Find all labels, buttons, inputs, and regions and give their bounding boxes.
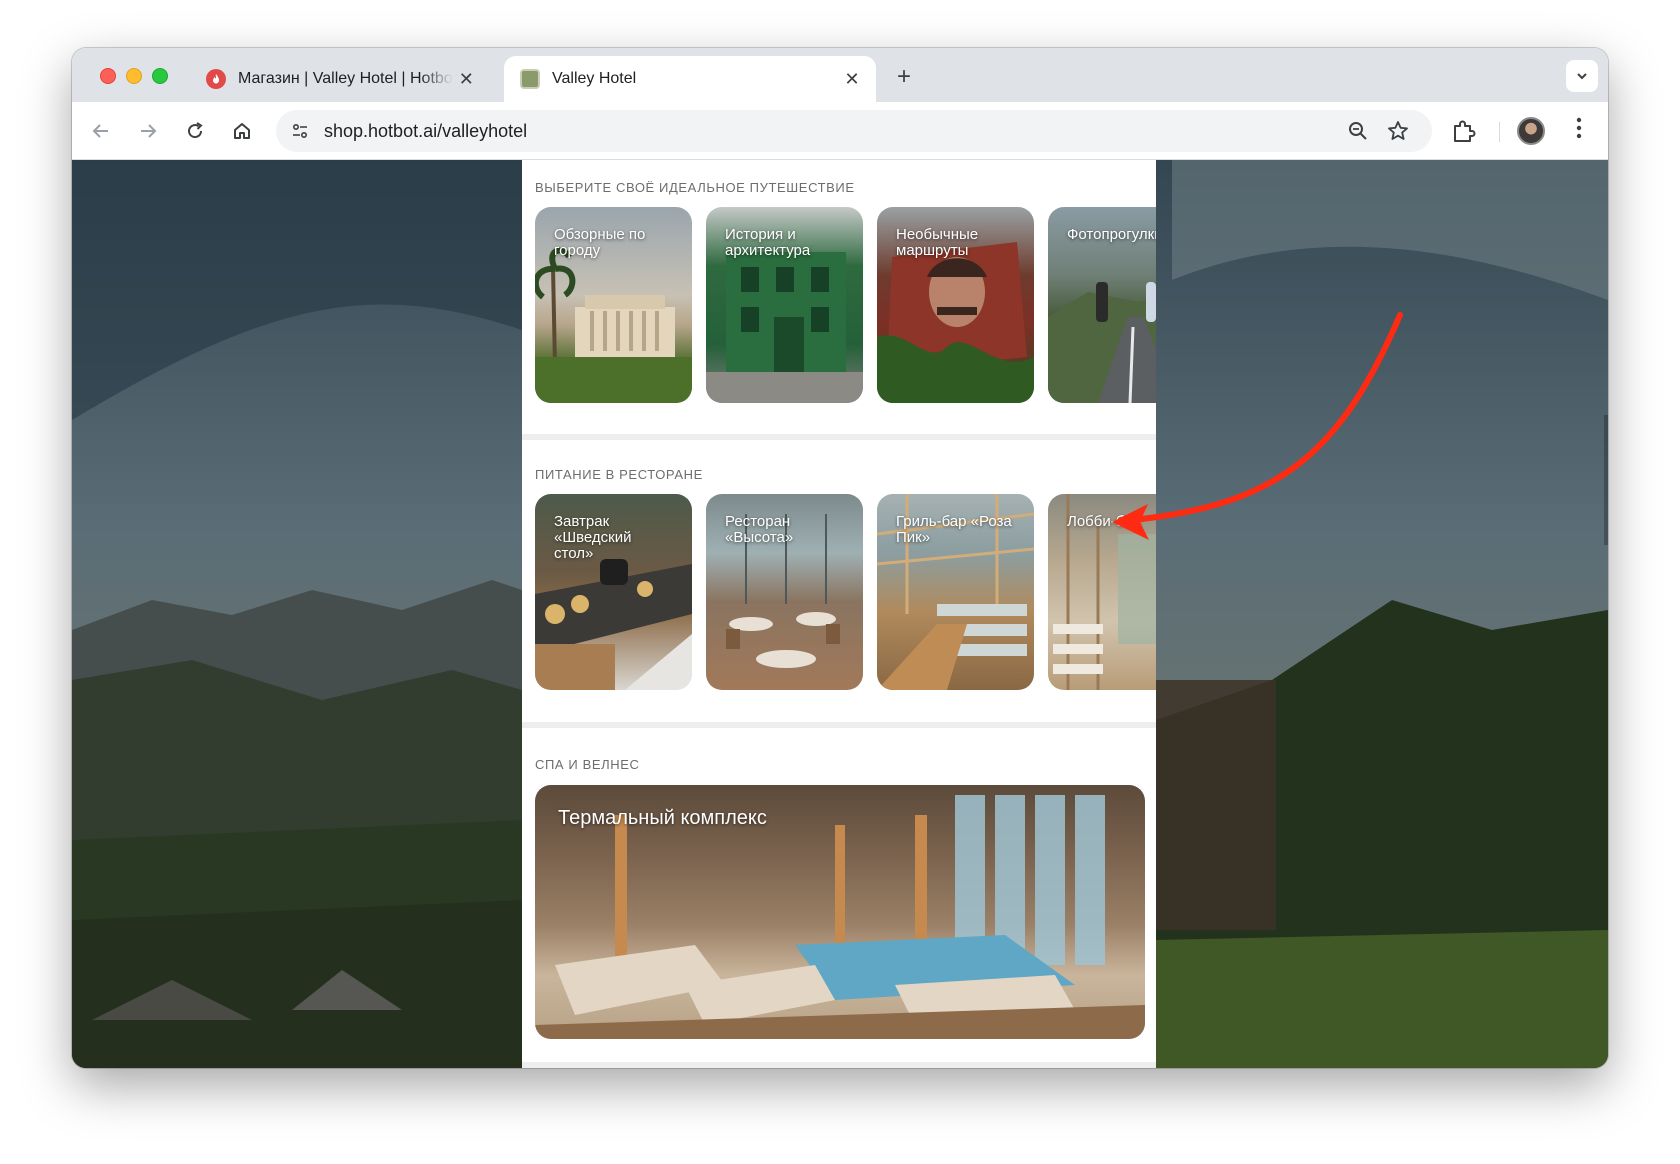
- tab-strip: Магазин | Valley Hotel | Hotbot ✕ Valley…: [72, 48, 1608, 102]
- card-title: Ресторан «Высота»: [725, 513, 794, 546]
- new-tab-button[interactable]: +: [890, 63, 918, 91]
- tab-valley-hotel[interactable]: Valley Hotel ✕: [504, 56, 876, 102]
- card-title: Завтрак «Шведский стол»: [554, 513, 632, 562]
- zoom-magnifier-icon[interactable]: [1346, 119, 1370, 143]
- section-divider: [522, 1062, 1156, 1068]
- page-viewport: ВЫБЕРИТЕ СВОЁ ИДЕАЛЬНОЕ ПУТЕШЕСТВИЕ Обзо…: [72, 160, 1608, 1068]
- valley-hotel-logo-icon: [520, 69, 540, 89]
- catalog-column: ВЫБЕРИТЕ СВОЁ ИДЕАЛЬНОЕ ПУТЕШЕСТВИЕ Обзо…: [522, 160, 1156, 1068]
- card-title: Необычные маршруты: [896, 226, 979, 259]
- tab-title: Магазин | Valley Hotel | Hotbot: [238, 70, 453, 87]
- card-title: История и архитектура: [725, 226, 811, 259]
- bookmark-star-icon[interactable]: [1386, 119, 1410, 143]
- extensions-puzzle-icon[interactable]: [1450, 117, 1478, 145]
- card-restaurant-vysota[interactable]: Ресторан «Высота»: [706, 494, 863, 690]
- reload-icon[interactable]: [180, 116, 210, 146]
- page-scrollbar[interactable]: [1604, 415, 1608, 545]
- card-thermal-complex[interactable]: Термальный комплекс: [535, 785, 1145, 1039]
- section-heading-dining: ПИТАНИЕ В РЕСТОРАНЕ: [535, 467, 703, 482]
- card-title: Гриль-бар «Роза Пик»: [896, 513, 1012, 546]
- section-divider: [522, 434, 1156, 440]
- dining-card-row: Завтрак «Шведский стол» Ресторан «Высота…: [535, 494, 1156, 690]
- close-window-button[interactable]: [100, 68, 116, 84]
- card-history-architecture[interactable]: История и архитектура: [706, 207, 863, 403]
- card-city-tours[interactable]: Обзорные по городу: [535, 207, 692, 403]
- card-lobby-bar[interactable]: Лобби-бар: [1048, 494, 1156, 690]
- section-divider: [522, 722, 1156, 728]
- close-tab-icon[interactable]: ✕: [453, 69, 480, 90]
- site-settings-icon[interactable]: [288, 119, 312, 143]
- card-grill-bar-roza-pik[interactable]: Гриль-бар «Роза Пик»: [877, 494, 1034, 690]
- section-heading-spa: СПА И ВЕЛНЕС: [535, 757, 640, 772]
- tab-hotbot-shop[interactable]: Магазин | Valley Hotel | Hotbot ✕: [190, 56, 490, 102]
- forward-arrow-icon[interactable]: [133, 116, 163, 146]
- card-title: Обзорные по городу: [554, 226, 646, 259]
- card-title: Лобби-бар: [1067, 513, 1141, 530]
- section-heading-journeys: ВЫБЕРИТЕ СВОЁ ИДЕАЛЬНОЕ ПУТЕШЕСТВИЕ: [535, 180, 855, 195]
- home-icon[interactable]: [227, 116, 257, 146]
- card-breakfast-buffet[interactable]: Завтрак «Шведский стол»: [535, 494, 692, 690]
- card-title: Термальный комплекс: [558, 807, 767, 829]
- journeys-card-row: Обзорные по городу История и архитектура: [535, 207, 1156, 403]
- tab-search-chevron-icon[interactable]: [1566, 60, 1598, 92]
- profile-avatar[interactable]: [1517, 117, 1545, 145]
- browser-toolbar: shop.hotbot.ai/valleyhotel: [72, 102, 1608, 160]
- maximize-window-button[interactable]: [152, 68, 168, 84]
- tab-title: Valley Hotel: [552, 70, 637, 87]
- back-arrow-icon[interactable]: [86, 116, 116, 146]
- close-tab-icon[interactable]: ✕: [838, 69, 866, 90]
- card-photo-walks[interactable]: Фотопрогулки: [1048, 207, 1156, 403]
- minimize-window-button[interactable]: [126, 68, 142, 84]
- card-unusual-routes[interactable]: Необычные маршруты: [877, 207, 1034, 403]
- browser-window: Магазин | Valley Hotel | Hotbot ✕ Valley…: [72, 48, 1608, 1068]
- address-bar[interactable]: shop.hotbot.ai/valleyhotel: [276, 110, 1432, 152]
- toolbar-divider: [1499, 122, 1500, 142]
- hotbot-flame-icon: [206, 69, 226, 89]
- url-text: shop.hotbot.ai/valleyhotel: [324, 120, 528, 141]
- card-title: Фотопрогулки: [1067, 226, 1156, 243]
- more-menu-icon[interactable]: [1569, 117, 1589, 145]
